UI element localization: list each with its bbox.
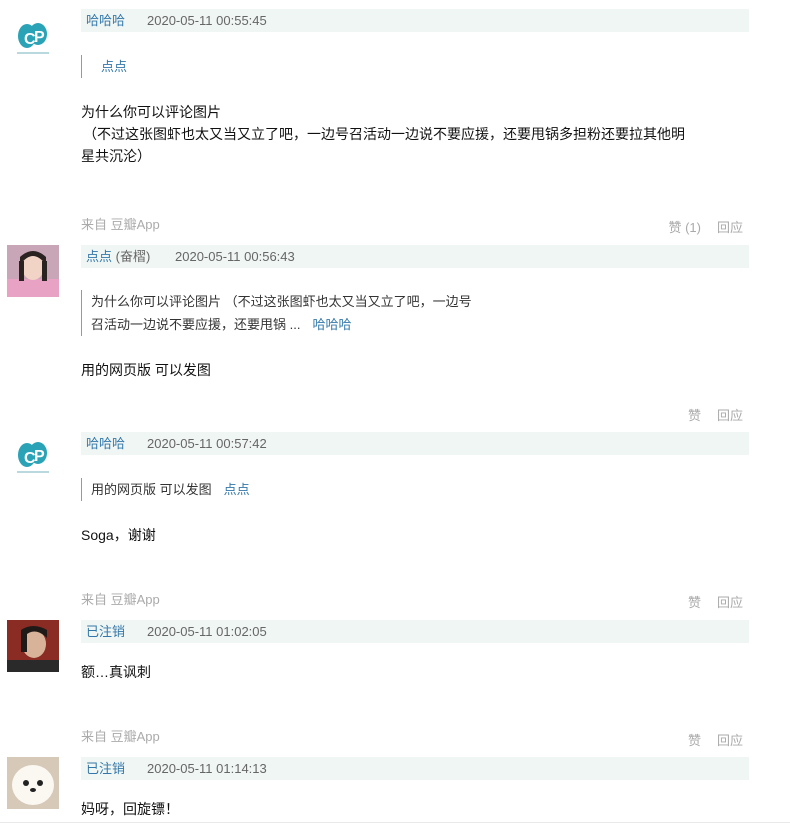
timestamp: 2020-05-11 00:56:43 xyxy=(175,249,295,264)
avatar[interactable] xyxy=(7,757,59,809)
reply-button[interactable]: 回应 xyxy=(717,220,743,235)
comment-header: 哈哈哈 2020-05-11 00:57:42 xyxy=(81,432,749,455)
quote-block: 点点 xyxy=(81,55,127,78)
user-photo-icon xyxy=(7,620,59,672)
like-button[interactable]: 赞 xyxy=(688,733,701,748)
comment-actions: 赞 (1) 回应 xyxy=(652,217,743,236)
comment-header: 已注销 2020-05-11 01:14:13 xyxy=(81,757,749,780)
svg-text:P: P xyxy=(34,29,45,46)
source-label: 来自 豆瓣App xyxy=(81,592,160,607)
user-photo-icon xyxy=(7,757,59,809)
avatar[interactable]: C P xyxy=(7,14,59,66)
cp-logo-icon: C P xyxy=(17,23,49,54)
like-button[interactable]: 赞 xyxy=(688,595,701,610)
quote-author-link[interactable]: 哈哈哈 xyxy=(312,317,351,332)
svg-text:P: P xyxy=(34,448,45,465)
timestamp: 2020-05-11 01:14:13 xyxy=(147,761,267,776)
comment-text: Soga，谢谢 xyxy=(81,527,156,543)
source-label: 来自 豆瓣App xyxy=(81,217,160,232)
reply-button[interactable]: 回应 xyxy=(717,595,743,610)
avatar[interactable] xyxy=(7,620,59,672)
comment-text: 妈呀，回旋镖！ xyxy=(81,801,179,817)
cp-logo-icon: C P xyxy=(17,442,49,473)
comment-actions: 赞 回应 xyxy=(672,405,743,424)
author-link[interactable]: 点点 (奋槢) xyxy=(86,245,150,268)
timestamp: 2020-05-11 00:55:45 xyxy=(147,13,267,28)
like-button[interactable]: 赞 (1) xyxy=(668,220,701,235)
quote-author-link[interactable]: 点点 xyxy=(224,482,250,497)
timestamp: 2020-05-11 01:02:05 xyxy=(147,624,267,639)
author-link[interactable]: 已注销 xyxy=(86,620,125,643)
divider xyxy=(0,822,790,823)
comment-actions: 赞 回应 xyxy=(672,730,743,749)
user-photo-icon xyxy=(7,245,59,297)
author-link[interactable]: 已注销 xyxy=(86,757,125,780)
comment-text: 额…真讽刺 xyxy=(81,664,151,680)
quote-block: 用的网页版 可以发图 点点 xyxy=(81,478,250,501)
comment-actions: 赞 回应 xyxy=(672,592,743,611)
comment-header: 点点 (奋槢) 2020-05-11 00:56:43 xyxy=(81,245,749,268)
comment-header: 已注销 2020-05-11 01:02:05 xyxy=(81,620,749,643)
avatar[interactable]: C P xyxy=(7,433,59,485)
comment-header: 哈哈哈 2020-05-11 00:55:45 xyxy=(81,9,749,32)
timestamp: 2020-05-11 00:57:42 xyxy=(147,436,267,451)
comment-text: 用的网页版 可以发图 xyxy=(81,362,211,378)
quote-author-link[interactable]: 点点 xyxy=(101,59,127,74)
comment-text: 为什么你可以评论图片 （不过这张图虾也太又当又立了吧，一边号召活动一边说不要应援… xyxy=(81,104,685,164)
avatar[interactable] xyxy=(7,245,59,297)
author-link[interactable]: 哈哈哈 xyxy=(86,432,125,455)
reply-button[interactable]: 回应 xyxy=(717,408,743,423)
reply-button[interactable]: 回应 xyxy=(717,733,743,748)
like-button[interactable]: 赞 xyxy=(688,408,701,423)
quote-block: 为什么你可以评论图片 （不过这张图虾也太又当又立了吧，一边号 召活动一边说不要应… xyxy=(81,290,472,336)
source-label: 来自 豆瓣App xyxy=(81,729,160,744)
author-link[interactable]: 哈哈哈 xyxy=(86,9,125,32)
